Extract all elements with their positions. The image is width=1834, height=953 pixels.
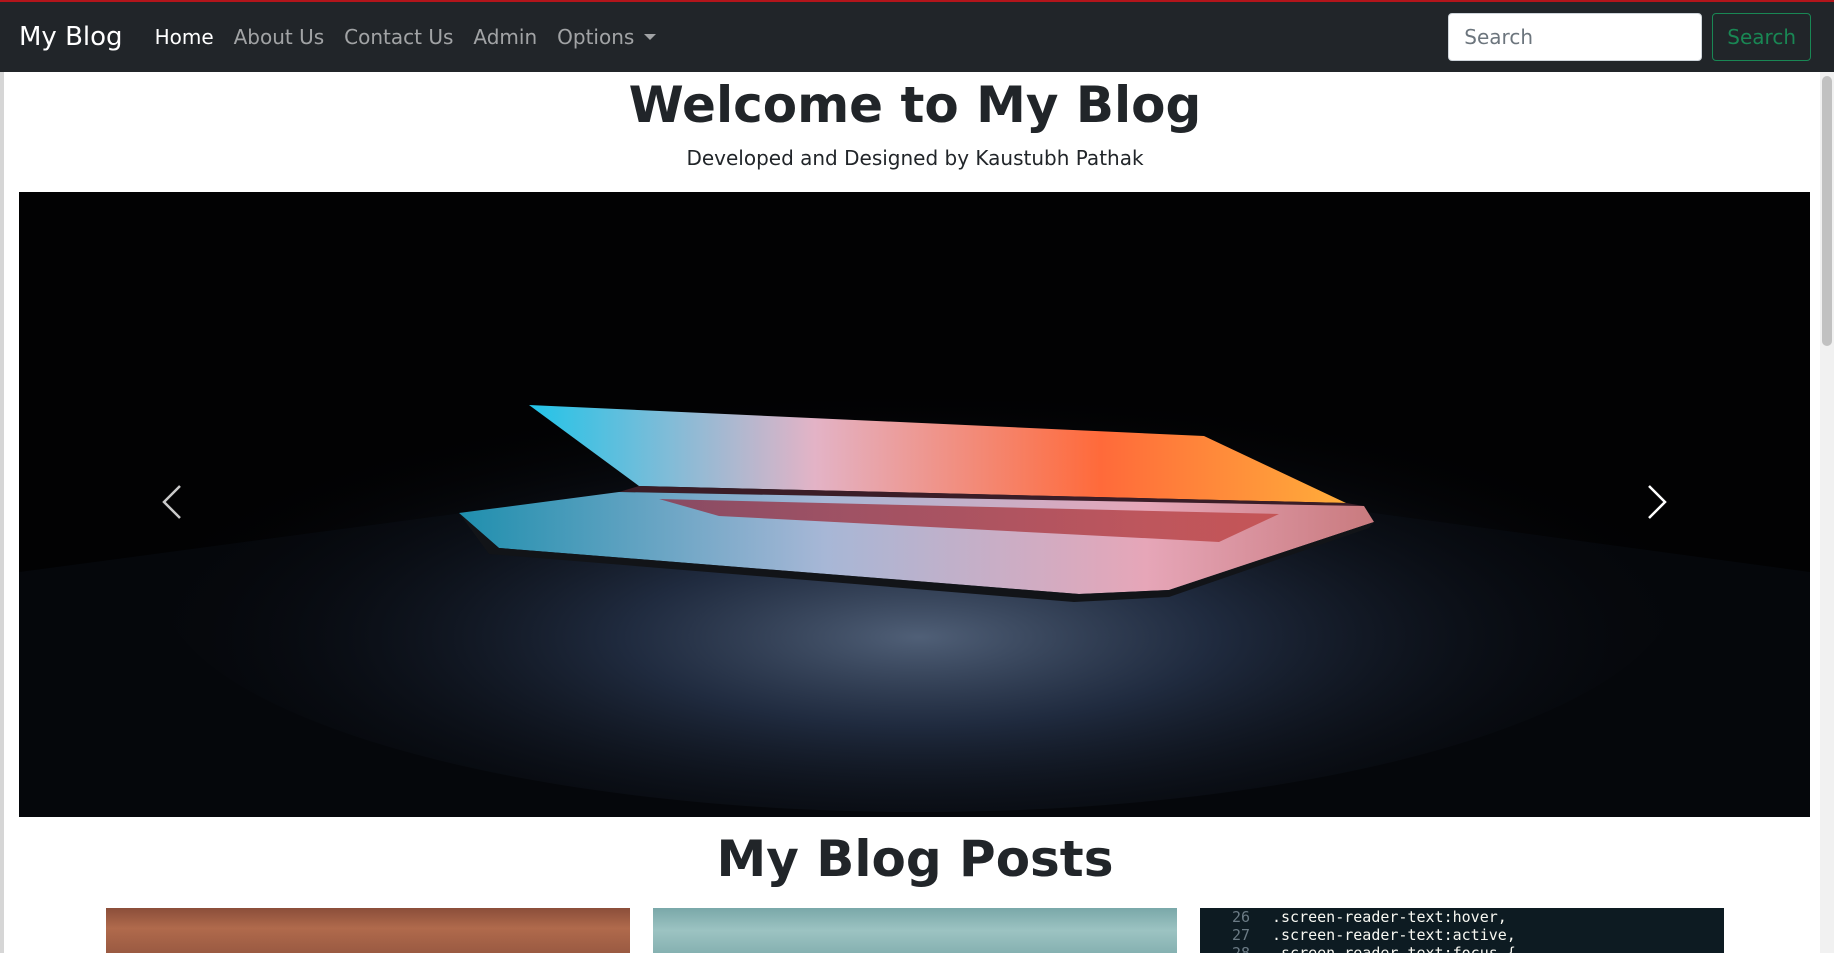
window-left-edge — [0, 72, 4, 953]
search-button[interactable]: Search — [1712, 13, 1811, 61]
chevron-right-icon — [1648, 485, 1667, 519]
page-subtitle: Developed and Designed by Kaustubh Patha… — [686, 146, 1144, 170]
carousel-next-button[interactable] — [1597, 442, 1717, 562]
code-line: 26 .screen-reader-text:hover, — [1200, 908, 1507, 926]
search-form: Search — [1448, 13, 1811, 61]
laptop-glow-photo — [19, 192, 1810, 817]
code-line-text: .screen-reader-text:active, — [1272, 926, 1516, 944]
post-card-image-code[interactable]: 26 .screen-reader-text:hover, 27 .screen-r… — [1200, 908, 1724, 953]
code-line: 27 .screen-reader-text:active, — [1200, 926, 1516, 944]
chevron-left-icon — [162, 485, 181, 519]
posts-section-title: My Blog Posts — [716, 830, 1114, 888]
brand-logo[interactable]: My Blog — [19, 22, 123, 52]
code-line-number: 28 — [1231, 944, 1250, 953]
code-line-number: 27 — [1231, 926, 1250, 944]
caret-down-icon — [644, 34, 657, 40]
image-carousel — [19, 192, 1810, 817]
code-line: 28 .screen-reader-text:focus { — [1200, 944, 1516, 953]
nav-link-admin[interactable]: Admin — [463, 25, 547, 49]
nav-link-about-us[interactable]: About Us — [224, 25, 335, 49]
nav-link-contact-us[interactable]: Contact Us — [334, 25, 463, 49]
post-card-image-desert[interactable] — [106, 908, 630, 953]
nav-dropdown-options-label: Options — [557, 25, 635, 49]
code-line-number: 26 — [1231, 908, 1250, 926]
code-line-text: .screen-reader-text:hover, — [1272, 908, 1507, 926]
page-title: Welcome to My Blog — [628, 76, 1202, 134]
nav-link-home[interactable]: Home — [145, 25, 224, 49]
post-card-image-teal[interactable] — [653, 908, 1177, 953]
nav-links: Home About Us Contact Us Admin Options — [145, 25, 667, 49]
carousel-prev-button[interactable] — [112, 442, 232, 562]
nav-dropdown-options[interactable]: Options — [547, 25, 666, 49]
code-line-text: .screen-reader-text:focus { — [1272, 944, 1516, 953]
search-input[interactable] — [1448, 13, 1703, 61]
navbar: My Blog Home About Us Contact Us Admin O… — [0, 2, 1834, 72]
